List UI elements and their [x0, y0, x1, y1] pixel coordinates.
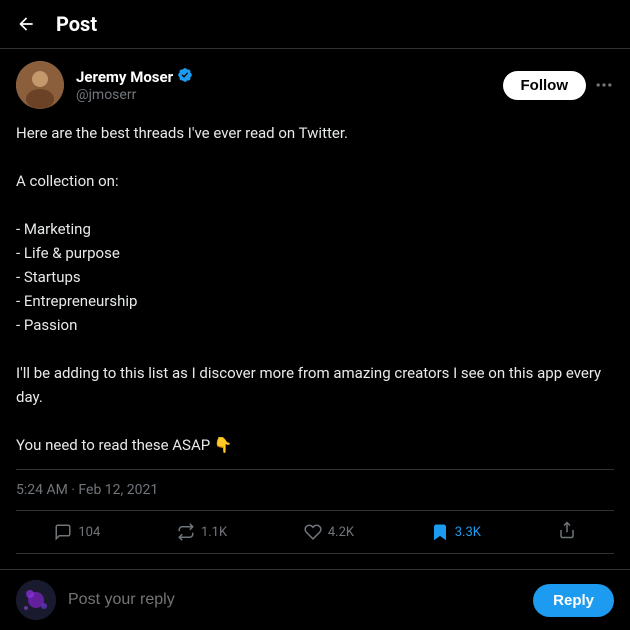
share-stat[interactable] [558, 521, 576, 543]
bookmark-stat[interactable]: 3.3K [431, 523, 481, 541]
reply-area: Reply [0, 569, 630, 630]
heart-icon [304, 523, 322, 541]
comment-stat[interactable]: 104 [54, 523, 100, 541]
verified-icon [177, 67, 193, 87]
username: @jmoserr [76, 87, 193, 103]
retweet-count: 1.1K [201, 525, 227, 540]
display-name-text: Jeremy Moser [76, 68, 173, 86]
reply-avatar [16, 580, 56, 620]
share-icon [558, 521, 576, 543]
bookmark-count: 3.3K [455, 525, 481, 540]
tweet-list: - Marketing - Life & purpose - Startups … [16, 217, 614, 337]
follow-button[interactable]: Follow [503, 71, 587, 100]
stats-row: 104 1.1K 4.2K [16, 511, 614, 554]
more-options-button[interactable] [594, 75, 614, 95]
reply-input[interactable] [68, 591, 521, 609]
like-count: 4.2K [328, 525, 354, 540]
reply-button[interactable]: Reply [533, 584, 614, 617]
like-stat[interactable]: 4.2K [304, 523, 354, 541]
tweet-container: Jeremy Moser @jmoserr Follow Here are [0, 49, 630, 554]
page-title: Post [56, 12, 97, 36]
header: Post [0, 0, 630, 49]
tweet-timestamp: 5:24 AM · Feb 12, 2021 [16, 469, 614, 511]
back-button[interactable] [16, 14, 36, 34]
comment-count: 104 [78, 525, 100, 540]
tweet-content: Here are the best threads I've ever read… [16, 121, 614, 457]
retweet-icon [177, 523, 195, 541]
user-actions: Follow [503, 71, 615, 100]
retweet-stat[interactable]: 1.1K [177, 523, 227, 541]
comment-icon [54, 523, 72, 541]
user-info: Jeremy Moser @jmoserr [76, 67, 193, 103]
user-row: Jeremy Moser @jmoserr Follow [16, 61, 614, 109]
bookmark-icon [431, 523, 449, 541]
avatar[interactable] [16, 61, 64, 109]
